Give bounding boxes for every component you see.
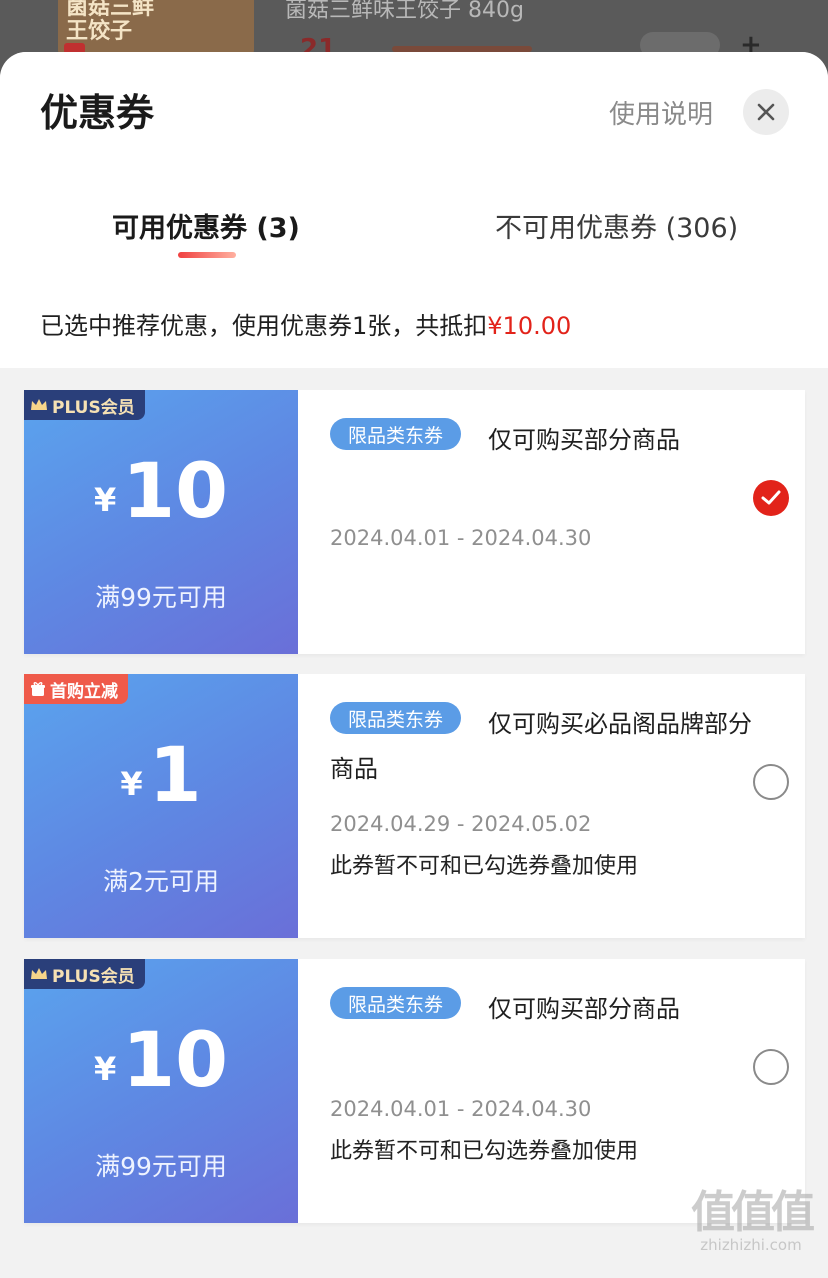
badge-label: 首购立减 (50, 681, 118, 702)
amount-value: 10 (122, 446, 229, 535)
product-title: 菌菇三鲜味王饺子 840g (285, 0, 524, 23)
coupon-validity-dates: 2024.04.01 - 2024.04.30 (330, 526, 592, 550)
amount-value: 10 (122, 1015, 229, 1104)
coupon-scope: 仅可购买部分商品 (488, 995, 680, 1023)
coupon-threshold: 满99元可用 (95, 1152, 227, 1181)
coupon-scope: 仅可购买必品阁品牌部分商品 (330, 710, 752, 783)
coupon-card[interactable]: 首购立减 ¥1 满2元可用 限品类东券 仅可购买必品阁品牌部分商品 2024.0… (24, 674, 805, 938)
coupon-card[interactable]: PLUS会员 ¥10 满99元可用 限品类东券 仅可购买部分商品 2024.04… (24, 390, 805, 654)
watermark-logo: 值值值 (691, 1187, 815, 1238)
coupon-sheet: 优惠券 使用说明 可用优惠券 (3) 不可用优惠券 (306) 已选中推荐优惠，… (0, 52, 828, 1278)
coupon-threshold: 满2元可用 (103, 867, 219, 896)
tab-available-coupons[interactable]: 可用优惠券 (3) (112, 206, 300, 245)
currency-symbol: ¥ (93, 481, 117, 519)
coupon-select-checkbox[interactable] (753, 480, 789, 516)
coupon-value-panel: PLUS会员 ¥10 满99元可用 (24, 959, 298, 1223)
coupon-amount: ¥10 (24, 1015, 298, 1105)
product-thumbnail: 菌菇三鲜 王饺子 (58, 0, 254, 56)
watermark-domain: zhizhizhi.com (700, 1236, 802, 1254)
coupon-stacking-note: 此券暂不可和已勾选券叠加使用 (330, 854, 639, 879)
watermark: 值值值 zhizhizhi.com (676, 1187, 826, 1255)
product-thumbnail-text: 菌菇三鲜 王饺子 (66, 0, 155, 44)
first-purchase-badge: 首购立减 (24, 674, 128, 704)
checkmark-icon (761, 490, 781, 505)
background-product-row: 菌菇三鲜 王饺子 菌菇三鲜味王饺子 840g 21 + (0, 0, 828, 64)
tab-unavailable-coupons[interactable]: 不可用优惠券 (306) (495, 206, 738, 245)
coupon-validity-dates: 2024.04.01 - 2024.04.30 (330, 1097, 592, 1121)
coupon-value-panel: PLUS会员 ¥10 满99元可用 (24, 390, 298, 654)
selection-summary: 已选中推荐优惠，使用优惠券1张，共抵扣¥10.00 (40, 306, 571, 341)
coupon-card[interactable]: PLUS会员 ¥10 满99元可用 限品类东券 仅可购买部分商品 2024.04… (24, 959, 805, 1223)
coupon-select-checkbox[interactable] (753, 764, 789, 800)
gift-icon (31, 682, 45, 696)
coupon-select-checkbox[interactable] (753, 1049, 789, 1085)
summary-amount: ¥10.00 (487, 312, 572, 340)
coupon-value-panel: 首购立减 ¥1 满2元可用 (24, 674, 298, 938)
amount-value: 1 (148, 730, 202, 819)
plus-member-badge: PLUS会员 (24, 390, 145, 420)
currency-symbol: ¥ (120, 765, 143, 803)
usage-instructions-link[interactable]: 使用说明 (609, 94, 713, 131)
coupon-threshold: 满99元可用 (95, 583, 227, 612)
crown-icon (31, 399, 47, 410)
close-icon (757, 103, 775, 121)
plus-member-badge: PLUS会员 (24, 959, 145, 989)
coupon-scope: 仅可购买部分商品 (488, 426, 680, 454)
summary-text: 已选中推荐优惠，使用优惠券1张，共抵扣 (40, 312, 488, 340)
sheet-header: 优惠券 使用说明 可用优惠券 (3) 不可用优惠券 (306) 已选中推荐优惠，… (0, 52, 828, 368)
active-tab-indicator (178, 252, 236, 258)
coupon-amount: ¥10 (24, 446, 298, 536)
sheet-title: 优惠券 (40, 91, 155, 135)
badge-label: PLUS会员 (52, 966, 135, 987)
coupon-amount: ¥1 (24, 730, 298, 820)
coupon-validity-dates: 2024.04.29 - 2024.05.02 (330, 812, 592, 836)
coupon-stacking-note: 此券暂不可和已勾选券叠加使用 (330, 1139, 639, 1164)
currency-symbol: ¥ (93, 1050, 117, 1088)
crown-icon (31, 968, 47, 979)
close-button[interactable] (743, 89, 789, 135)
badge-label: PLUS会员 (52, 397, 135, 418)
